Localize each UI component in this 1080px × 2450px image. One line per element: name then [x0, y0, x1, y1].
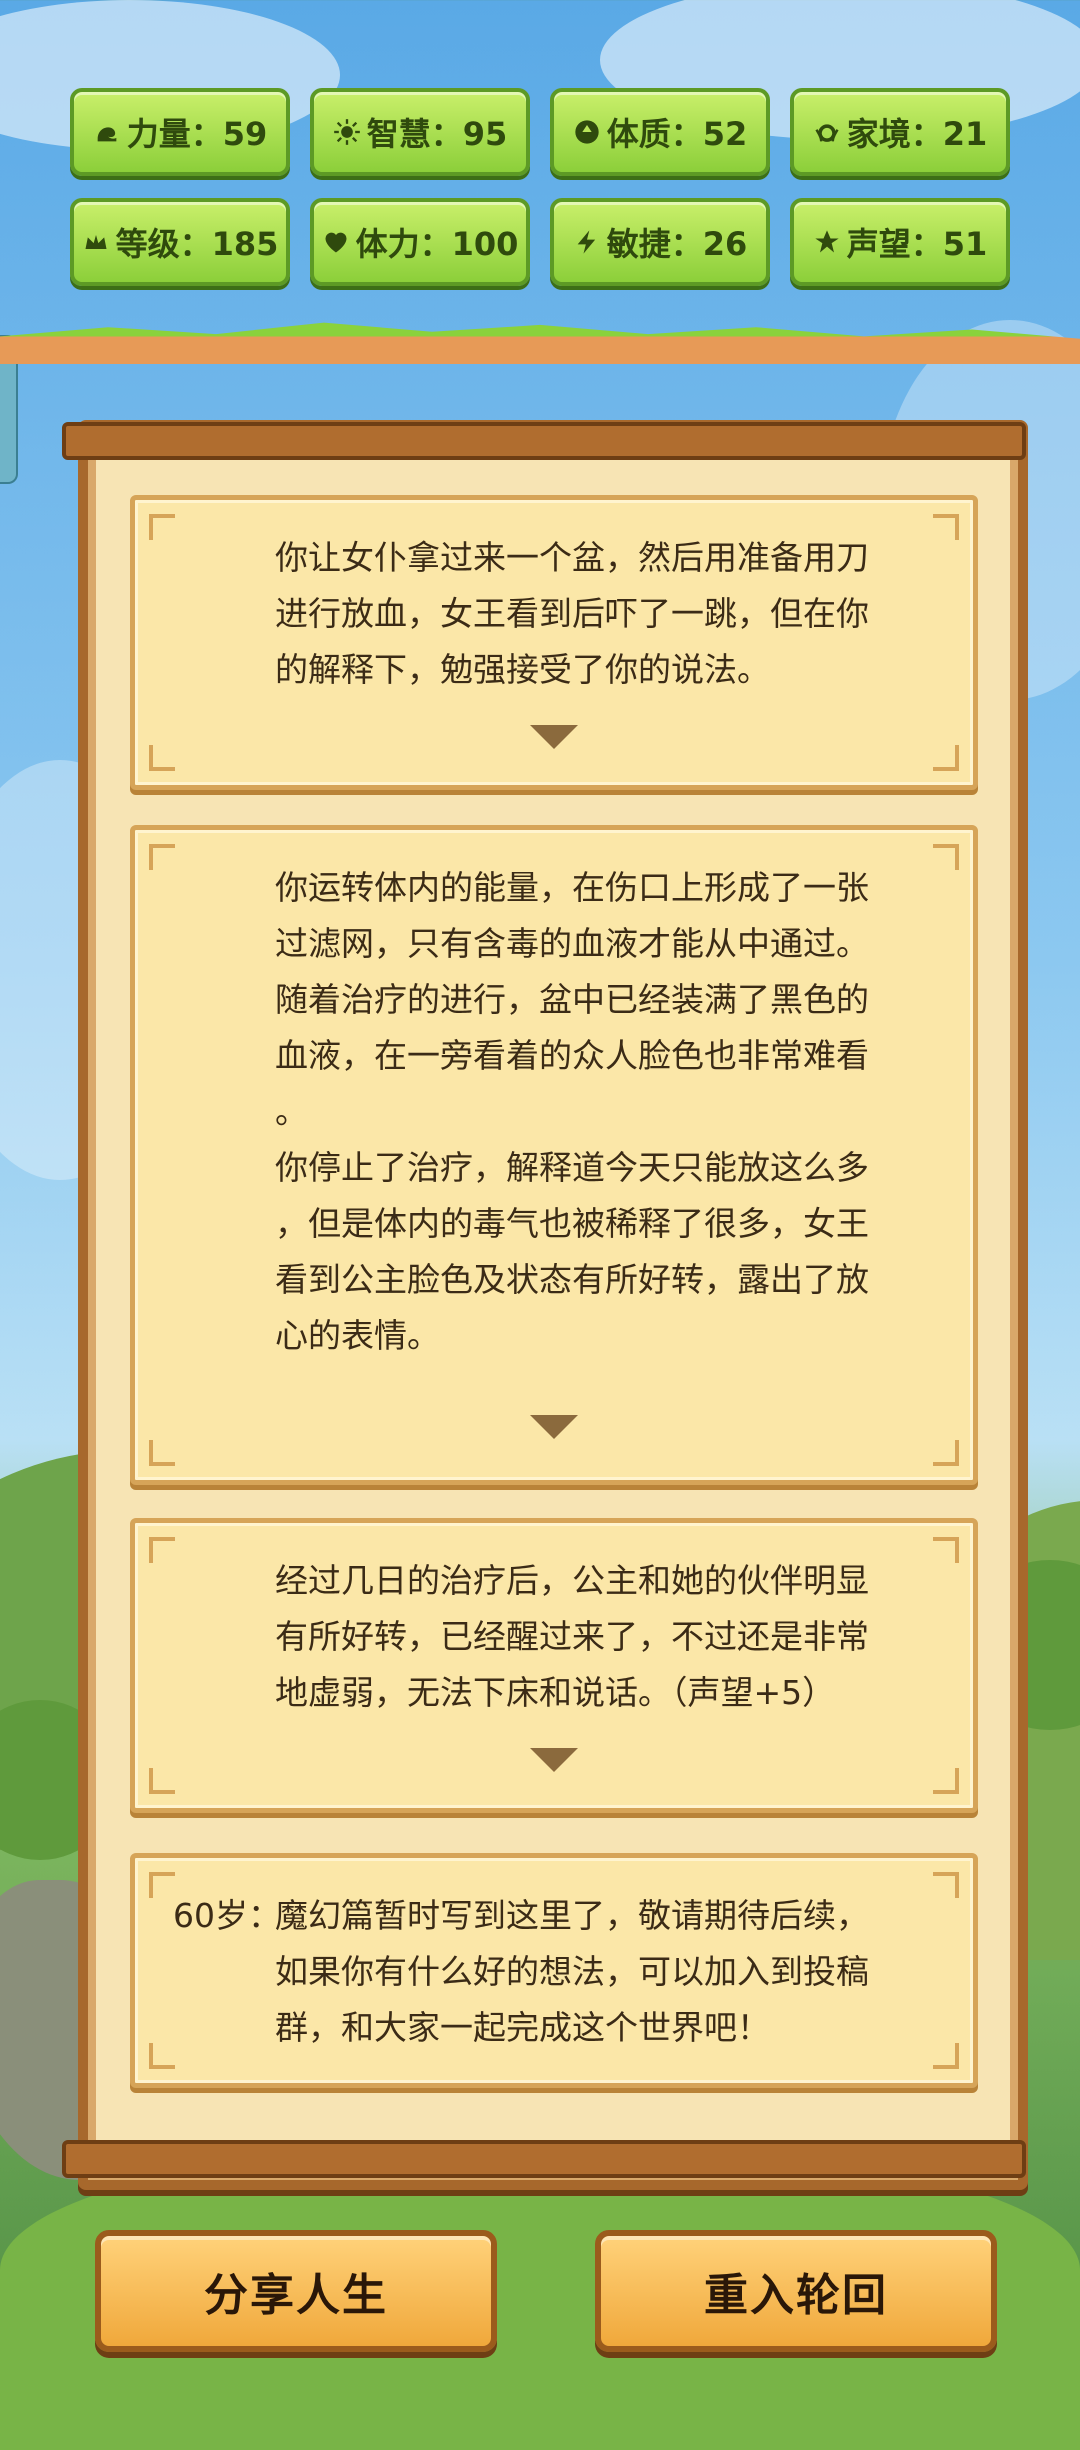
stat-family: 家境：21: [790, 88, 1010, 176]
crown-icon: [85, 235, 107, 249]
stat-constitution: 体质：52: [550, 88, 770, 176]
stat-agility: 敏捷：26: [550, 198, 770, 286]
share-life-button[interactable]: 分享人生: [95, 2230, 497, 2352]
wisdom-icon: [333, 119, 360, 145]
stat-label: 敏捷：26: [606, 225, 748, 263]
expand-arrow-icon[interactable]: [530, 725, 578, 749]
stat-strength: 力量：59: [70, 88, 290, 176]
heart-icon: [325, 232, 347, 253]
stat-label: 声望：51: [846, 225, 988, 263]
expand-arrow-icon[interactable]: [530, 1415, 578, 1439]
stat-level: 等级：185: [70, 198, 290, 286]
stat-label: 智慧：95: [366, 115, 508, 153]
scroll-top-rod: [62, 422, 1026, 460]
story-text: 你运转体内的能量，在伤口上形成了一张 过滤网，只有含毒的血液才能从中通过。 随着…: [275, 868, 869, 1355]
story-card: 经过几日的治疗后，公主和她的伙伴明显 有所好转，已经醒过来了，不过还是非常 地虚…: [130, 1518, 978, 1813]
lightning-icon: [577, 230, 595, 254]
stat-wisdom: 智慧：95: [310, 88, 530, 176]
stat-stamina: 体力：100: [310, 198, 530, 286]
grass-ribbon-divider: [0, 322, 1080, 364]
restart-button[interactable]: 重入轮回: [595, 2230, 997, 2352]
story-card: 你让女仆拿过来一个盆，然后用准备用刀 进行放血，女王看到后吓了一跳，但在你 的解…: [130, 495, 978, 790]
story-text: 你让女仆拿过来一个盆，然后用准备用刀 进行放血，女王看到后吓了一跳，但在你 的解…: [275, 538, 869, 689]
constitution-icon: [575, 120, 599, 144]
scroll-bottom-rod: [62, 2140, 1026, 2178]
stat-label: 家境：21: [846, 115, 988, 153]
stat-reputation: 声望：51: [790, 198, 1010, 286]
expand-arrow-icon[interactable]: [530, 1748, 578, 1772]
story-card: 你运转体内的能量，在伤口上形成了一张 过滤网，只有含毒的血液才能从中通过。 随着…: [130, 825, 978, 1485]
age-label: 60岁：: [173, 1896, 281, 1935]
stat-label: 力量：59: [126, 115, 268, 153]
stat-label: 等级：185: [115, 225, 279, 263]
story-card-final: 60岁： 魔幻篇暂时写到这里了，敬请期待后续， 如果你有什么好的想法，可以加入到…: [130, 1853, 978, 2088]
stat-label: 体力：100: [355, 225, 519, 263]
stats-grid: 力量：59 智慧：95 体质：52 家境：21 等级：185 体力：100 敏捷…: [70, 88, 1010, 286]
strength-icon: [97, 127, 117, 142]
story-text: 经过几日的治疗后，公主和她的伙伴明显 有所好转，已经醒过来了，不过还是非常 地虚…: [275, 1561, 869, 1712]
star-icon: [815, 230, 839, 253]
story-text: 魔幻篇暂时写到这里了，敬请期待后续， 如果你有什么好的想法，可以加入到投稿 群，…: [275, 1896, 869, 2047]
family-icon: [815, 124, 839, 142]
stat-label: 体质：52: [606, 115, 748, 153]
